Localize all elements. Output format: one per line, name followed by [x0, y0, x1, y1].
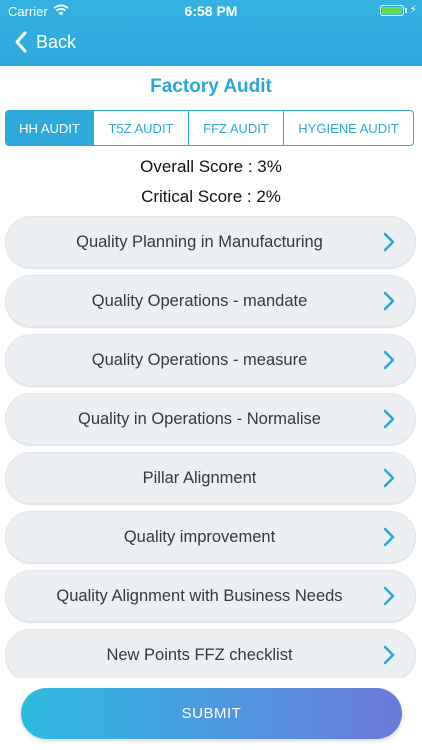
- back-button[interactable]: Back: [12, 30, 76, 54]
- section-label: Quality Operations - mandate: [91, 291, 308, 310]
- chevron-right-icon: [374, 286, 404, 316]
- chevron-right-icon: [374, 581, 404, 611]
- section-label: Quality in Operations - Normalise: [77, 409, 321, 428]
- section-label: Quality Alignment with Business Needs: [56, 586, 343, 605]
- section-label: Pillar Alignment: [142, 468, 257, 487]
- section-item-quality-operations-normalise[interactable]: Quality in Operations - Normalise: [5, 393, 416, 445]
- back-label: Back: [36, 31, 77, 52]
- audit-tabs: HH AUDIT T5Z AUDIT FFZ AUDIT HYGIENE AUD…: [5, 110, 414, 146]
- chevron-left-icon: [15, 31, 27, 53]
- header-bar: Carrier 6:58 PM ⚡ Back: [0, 0, 422, 66]
- chevron-right-icon: [374, 227, 404, 257]
- section-item-pillar-alignment[interactable]: Pillar Alignment: [5, 452, 416, 504]
- tab-t5z-audit[interactable]: T5Z AUDIT: [94, 111, 189, 145]
- tab-ffz-audit[interactable]: FFZ AUDIT: [189, 111, 284, 145]
- chevron-right-icon: [374, 404, 404, 434]
- chevron-right-icon: [374, 345, 404, 375]
- submit-button[interactable]: SUBMIT: [21, 688, 402, 739]
- chevron-right-icon: [374, 522, 404, 552]
- section-item-quality-planning[interactable]: Quality Planning in Manufacturing: [5, 216, 416, 268]
- tab-hygiene-audit[interactable]: HYGIENE AUDIT: [284, 111, 413, 145]
- section-item-quality-operations-measure[interactable]: Quality Operations - measure: [5, 334, 416, 386]
- chevron-right-icon: [374, 463, 404, 493]
- critical-score: Critical Score : 2%: [141, 187, 281, 206]
- section-item-quality-alignment-business[interactable]: Quality Alignment with Business Needs: [5, 570, 416, 622]
- battery-tip: [405, 8, 407, 13]
- section-item-quality-operations-mandate[interactable]: Quality Operations - mandate: [5, 275, 416, 327]
- chevron-right-icon: [374, 640, 404, 670]
- section-label: Quality improvement: [123, 527, 276, 546]
- page-title: Factory Audit: [150, 76, 272, 97]
- section-label: New Points FFZ checklist: [106, 645, 293, 664]
- battery-icon: [380, 5, 404, 16]
- status-bar: Carrier 6:58 PM ⚡: [0, 0, 422, 22]
- charging-icon: ⚡: [409, 4, 417, 16]
- section-item-new-points-ffz[interactable]: New Points FFZ checklist: [5, 629, 416, 678]
- clock: 6:58 PM: [184, 3, 238, 19]
- tab-hh-audit[interactable]: HH AUDIT: [6, 111, 94, 145]
- section-label: Quality Planning in Manufacturing: [76, 232, 323, 251]
- overall-score: Overall Score : 3%: [140, 157, 282, 176]
- section-list: Quality Planning in Manufacturing Qualit…: [5, 216, 416, 678]
- section-item-quality-improvement[interactable]: Quality improvement: [5, 511, 416, 563]
- section-label: Quality Operations - measure: [91, 350, 308, 369]
